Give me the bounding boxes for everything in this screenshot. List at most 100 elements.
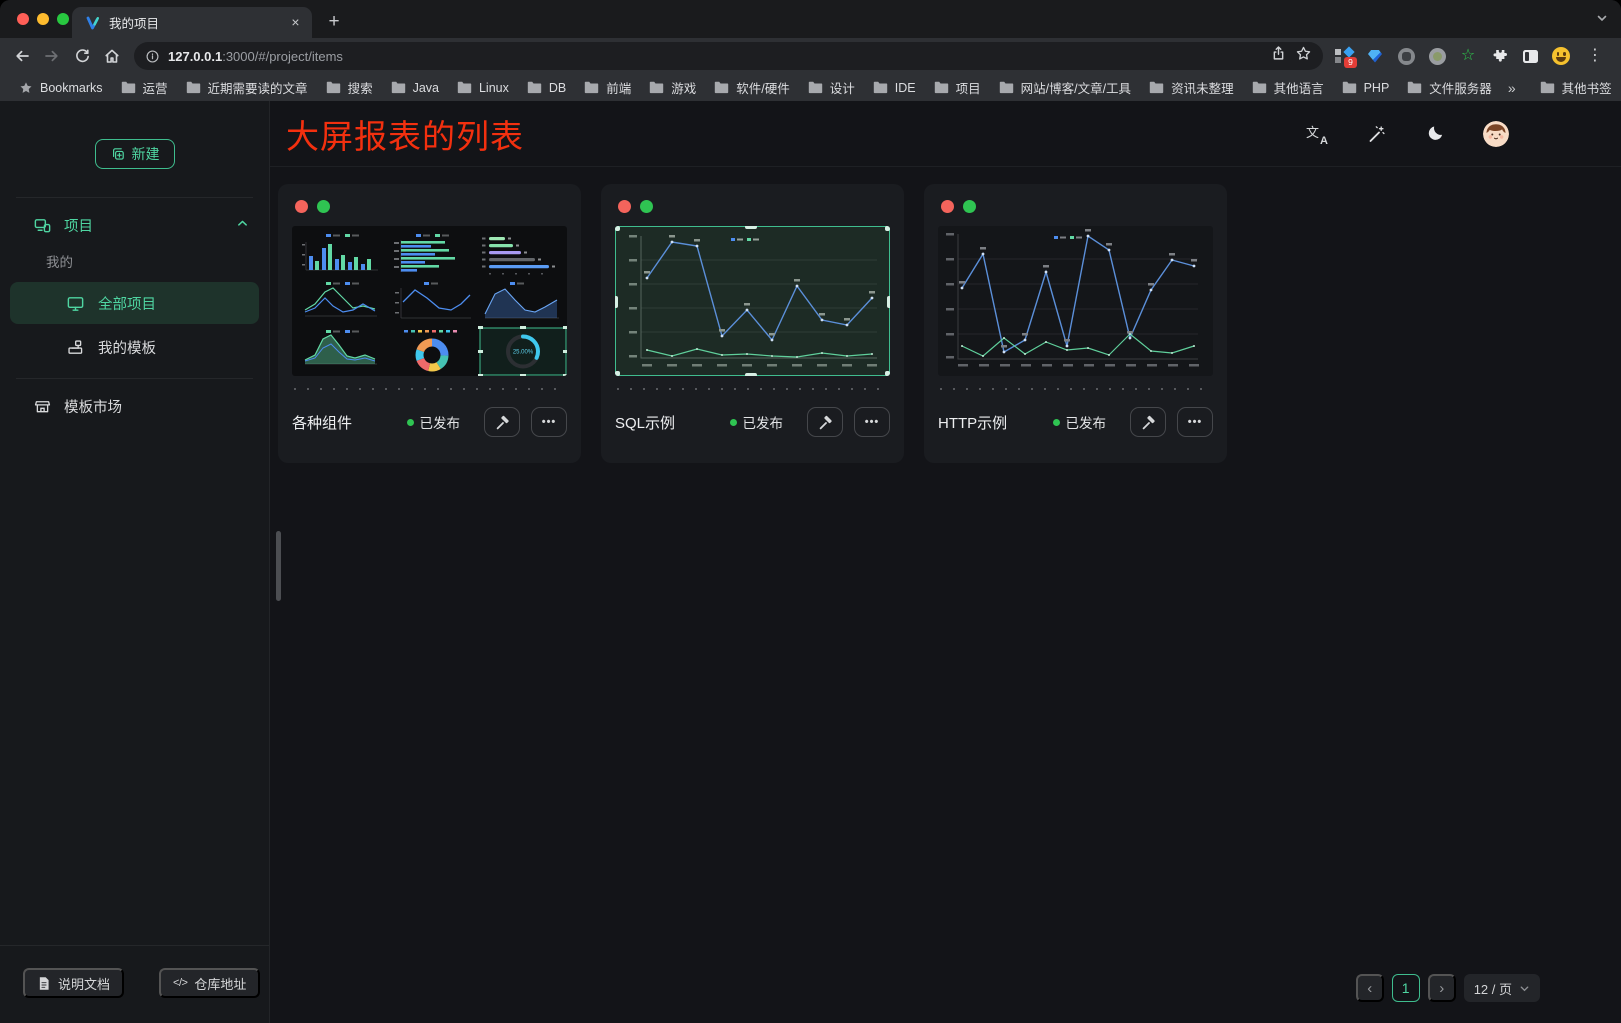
project-card[interactable]: SQL示例 已发布 ••• — [601, 184, 904, 463]
bookmark-folder[interactable]: 搜索 — [317, 77, 382, 99]
sidebar-item-template-market[interactable]: 模板市场 — [0, 385, 269, 427]
folder-icon — [391, 81, 406, 94]
bookmark-folder[interactable]: 近期需要读的文章 — [177, 77, 317, 99]
new-project-button[interactable]: 新建 — [95, 139, 175, 169]
user-avatar[interactable] — [1483, 121, 1509, 147]
extension-metrics-icon[interactable]: 9 — [1335, 47, 1353, 65]
site-info-icon[interactable] — [145, 49, 160, 64]
site-favicon — [85, 15, 101, 31]
magic-wand-icon[interactable] — [1365, 123, 1387, 145]
project-card[interactable]: 25.00% 各种组件 已发布 — [278, 184, 581, 463]
selection-handle[interactable] — [745, 373, 757, 376]
bookmark-folder[interactable]: 其他语言 — [1243, 77, 1333, 99]
selection-handle[interactable] — [615, 296, 618, 308]
forward-icon[interactable] — [38, 42, 66, 70]
project-thumbnail[interactable] — [938, 226, 1213, 376]
sidebar-item-projects[interactable]: 项目 — [0, 204, 269, 246]
tab-close-icon[interactable]: × — [287, 14, 304, 31]
extensions-puzzle-icon[interactable] — [1490, 47, 1508, 65]
extension-dark-circle-icon[interactable] — [1397, 47, 1415, 65]
selection-handle[interactable] — [887, 296, 890, 308]
bookmarks-folder-root[interactable]: Bookmarks — [10, 77, 112, 99]
bookmark-folder[interactable]: 软件/硬件 — [705, 77, 798, 99]
window-minimize-button[interactable] — [37, 13, 49, 25]
bookmarks-overflow-icon[interactable]: » — [1501, 80, 1523, 96]
selection-handle[interactable] — [745, 226, 757, 229]
project-card[interactable]: HTTP示例 已发布 ••• — [924, 184, 1227, 463]
new-tab-button[interactable]: + — [320, 8, 348, 36]
bookmark-folder[interactable]: IDE — [864, 77, 925, 99]
bookmarks-bar: Bookmarks 运营 近期需要读的文章 搜索 Java Linux DB 前… — [0, 74, 1621, 101]
browser-window: 我的项目 × + 127.0.0.1:3000/#/project/items — [0, 0, 1621, 1023]
hammer-icon — [1139, 413, 1157, 431]
folder-icon — [934, 81, 949, 94]
page-size-select[interactable]: 12 / 页 — [1464, 974, 1540, 1002]
browser-tab[interactable]: 我的项目 × — [72, 7, 312, 38]
more-button[interactable]: ••• — [531, 407, 567, 437]
project-thumbnail[interactable]: 25.00% — [292, 226, 567, 376]
extension-emoji-icon[interactable] — [1552, 47, 1570, 65]
selection-handle[interactable] — [615, 371, 620, 376]
more-button[interactable]: ••• — [1177, 407, 1213, 437]
edit-button[interactable] — [484, 407, 520, 437]
repo-button[interactable]: </> 仓库地址 — [159, 968, 260, 998]
project-thumbnail[interactable] — [615, 226, 890, 376]
bookmark-folder[interactable]: 网站/博客/文章/工具 — [990, 77, 1140, 99]
bookmark-folder[interactable]: DB — [518, 77, 575, 99]
sidebar-item-all-projects[interactable]: 全部项目 — [10, 282, 259, 324]
next-page-button[interactable]: › — [1428, 974, 1456, 1002]
home-icon[interactable] — [98, 42, 126, 70]
window-zoom-button[interactable] — [57, 13, 69, 25]
prev-page-button[interactable]: ‹ — [1356, 974, 1384, 1002]
bookmark-folder[interactable]: Java — [382, 77, 448, 99]
sidebar-item-my-templates[interactable]: 我的模板 — [10, 326, 259, 368]
language-icon[interactable]: 文 A — [1306, 123, 1328, 145]
bookmark-folder[interactable]: 前端 — [575, 77, 640, 99]
window-close-button[interactable] — [17, 13, 29, 25]
card-window-dots — [615, 196, 890, 213]
bookmark-folder[interactable]: 文件服务器 — [1398, 77, 1501, 99]
dark-mode-moon-icon[interactable] — [1424, 123, 1446, 145]
back-icon[interactable] — [8, 42, 36, 70]
selection-handle[interactable] — [885, 226, 890, 231]
gauge-value: 25.00% — [513, 350, 534, 356]
edit-button[interactable] — [807, 407, 843, 437]
red-dot — [295, 200, 308, 213]
selection-handle[interactable] — [615, 226, 620, 231]
ellipsis-icon: ••• — [865, 416, 880, 428]
bookmark-folder[interactable]: 运营 — [112, 77, 177, 99]
bookmark-folder[interactable]: Linux — [448, 77, 518, 99]
content-scrollbar[interactable] — [276, 531, 281, 601]
bookmark-folder[interactable]: 游戏 — [640, 77, 705, 99]
other-bookmarks-folder[interactable]: 其他书签 — [1531, 77, 1621, 99]
green-dot — [317, 200, 330, 213]
ellipsis-icon: ••• — [1188, 416, 1203, 428]
extension-star-icon[interactable]: ☆ — [1459, 47, 1477, 65]
tab-search-icon[interactable] — [1595, 11, 1609, 30]
hammer-icon — [493, 413, 511, 431]
card-footer: HTTP示例 已发布 ••• — [938, 390, 1213, 454]
extension-green-circle-icon[interactable] — [1428, 47, 1446, 65]
bookmark-folder[interactable]: PHP — [1333, 77, 1399, 99]
chevron-up-icon[interactable] — [236, 217, 249, 234]
chrome-menu-icon[interactable]: ⋮ — [1583, 48, 1607, 64]
bookmark-folder[interactable]: 项目 — [925, 77, 990, 99]
url-host: 127.0.0.1 — [168, 49, 222, 64]
folder-icon — [714, 81, 729, 94]
bookmark-folder[interactable]: 设计 — [799, 77, 864, 99]
docs-button[interactable]: 说明文档 — [23, 968, 124, 998]
bookmark-folder[interactable]: 资讯未整理 — [1140, 77, 1243, 99]
more-button[interactable]: ••• — [854, 407, 890, 437]
selection-handle[interactable] — [885, 371, 890, 376]
side-panel-icon[interactable] — [1521, 47, 1539, 65]
edit-button[interactable] — [1130, 407, 1166, 437]
reload-icon[interactable] — [68, 42, 96, 70]
current-page-button[interactable]: 1 — [1392, 974, 1420, 1002]
red-dot — [941, 200, 954, 213]
share-icon[interactable] — [1270, 45, 1287, 67]
folder-icon — [326, 81, 341, 94]
address-bar[interactable]: 127.0.0.1:3000/#/project/items — [134, 42, 1323, 70]
bookmark-star-icon[interactable] — [1295, 45, 1312, 67]
extension-gem-icon[interactable] — [1366, 47, 1384, 65]
folder-icon — [808, 81, 823, 94]
